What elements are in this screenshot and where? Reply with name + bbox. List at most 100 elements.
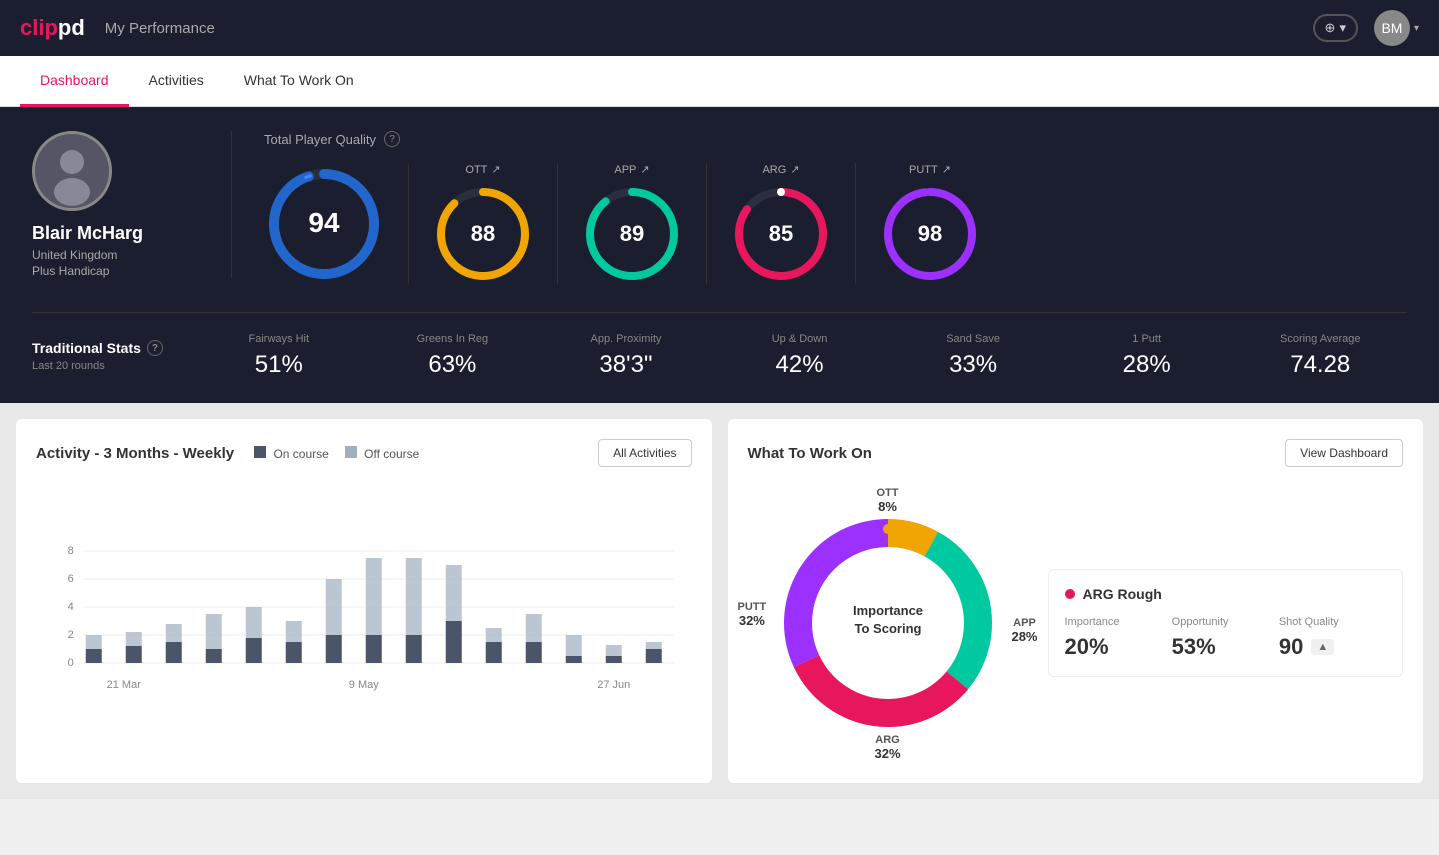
bottom-panels: Activity - 3 Months - Weekly On course O…: [0, 403, 1439, 799]
legend-off-course: Off course: [345, 446, 419, 461]
gauge-ott: OTT ↗ 88: [409, 163, 558, 284]
player-name: Blair McHarg: [32, 223, 143, 244]
opportunity-value: 53%: [1172, 634, 1279, 660]
user-avatar-button[interactable]: BM ▾: [1374, 10, 1419, 46]
tab-what-to-work-on[interactable]: What To Work On: [224, 56, 374, 107]
plus-icon: ⊕: [1325, 20, 1336, 36]
logo-pd: pd: [58, 15, 85, 40]
stat-fairways-hit-label: Fairways Hit: [249, 333, 310, 345]
importance-metric: Importance 20%: [1065, 616, 1172, 660]
stat-app-prox-label: App. Proximity: [590, 333, 661, 345]
trad-stats-info-icon[interactable]: ?: [147, 340, 163, 356]
stat-1-putt-value: 28%: [1123, 351, 1171, 379]
shot-quality-value: 90: [1279, 634, 1303, 660]
work-on-content: Importance To Scoring OTT 8%: [748, 483, 1404, 763]
tab-dashboard[interactable]: Dashboard: [20, 56, 129, 107]
svg-text:98: 98: [918, 221, 942, 246]
stat-1-putt-label: 1 Putt: [1132, 333, 1161, 345]
header-left: clippd My Performance: [20, 15, 215, 41]
app-label: APP 28%: [1011, 617, 1037, 644]
arg-trend: ↗: [790, 163, 799, 176]
player-country: United Kingdom: [32, 248, 117, 262]
chart-legend: On course Off course: [254, 446, 419, 461]
stats-banner: Blair McHarg United Kingdom Plus Handica…: [0, 107, 1439, 403]
arg-label: ARG 32%: [874, 734, 900, 761]
importance-value: 20%: [1065, 634, 1172, 660]
shot-quality-metric: Shot Quality 90 ▲: [1279, 616, 1386, 660]
off-course-dot: [345, 446, 357, 458]
svg-text:89: 89: [620, 221, 644, 246]
gauge-app-label: APP ↗: [614, 163, 649, 176]
quality-label: Total Player Quality: [264, 132, 376, 147]
avatar-initials: BM: [1381, 20, 1402, 36]
stat-sand-save-label: Sand Save: [946, 333, 1000, 345]
tabs-nav: Dashboard Activities What To Work On: [0, 56, 1439, 107]
quality-header: Total Player Quality ?: [264, 131, 1407, 147]
gauge-putt-label: PUTT ↗: [909, 163, 951, 176]
total-gauge-svg: 94: [264, 164, 384, 284]
view-dashboard-button[interactable]: View Dashboard: [1285, 439, 1403, 467]
putt-label: PUTT 32%: [738, 601, 767, 628]
stat-greens-label: Greens In Reg: [417, 333, 489, 345]
trad-stats-period: Last 20 rounds: [32, 360, 192, 372]
arg-rough-title: ARG Rough: [1065, 586, 1387, 602]
work-on-panel-title: What To Work On: [748, 445, 872, 462]
gauge-arg-label: ARG ↗: [762, 163, 799, 176]
player-info: Blair McHarg United Kingdom Plus Handica…: [32, 131, 232, 278]
ott-gauge-svg: 88: [433, 184, 533, 284]
stat-app-proximity: App. Proximity 38'3": [539, 333, 713, 379]
traditional-stats: Traditional Stats ? Last 20 rounds Fairw…: [32, 312, 1407, 379]
quality-info-icon[interactable]: ?: [384, 131, 400, 147]
stat-scoring-avg-label: Scoring Average: [1280, 333, 1361, 345]
importance-label: Importance: [1065, 616, 1172, 628]
svg-text:88: 88: [471, 221, 495, 246]
stat-up-down-value: 42%: [776, 351, 824, 379]
logo-clip: clip: [20, 15, 58, 40]
stat-fairways-hit: Fairways Hit 51%: [192, 333, 366, 379]
on-course-dot: [254, 446, 266, 458]
trad-stats-row: Fairways Hit 51% Greens In Reg 63% App. …: [192, 333, 1407, 379]
avatar: BM: [1374, 10, 1410, 46]
arg-rough-dot: [1065, 589, 1075, 599]
quality-section: Total Player Quality ? 94 OTT: [232, 131, 1407, 284]
stat-1-putt: 1 Putt 28%: [1060, 333, 1234, 379]
putt-trend: ↗: [942, 163, 951, 176]
ott-label: OTT 8%: [877, 487, 899, 514]
svg-text:To Scoring: To Scoring: [854, 621, 921, 636]
player-handicap: Plus Handicap: [32, 264, 109, 278]
stat-sand-save-value: 33%: [949, 351, 997, 379]
gauge-ott-label: OTT ↗: [465, 163, 500, 176]
svg-text:21 Mar: 21 Mar: [107, 679, 142, 691]
gauge-total: 94: [264, 164, 409, 284]
svg-text:6: 6: [68, 573, 74, 585]
header-right: ⊕ ▾ BM ▾: [1313, 10, 1419, 46]
activity-panel-header: Activity - 3 Months - Weekly On course O…: [36, 439, 692, 467]
gauge-putt: PUTT ↗ 98: [856, 163, 1004, 284]
app-trend: ↗: [640, 163, 649, 176]
stat-greens-value: 63%: [428, 351, 476, 379]
avatar-image: [35, 134, 109, 208]
app-header: clippd My Performance ⊕ ▾ BM ▾: [0, 0, 1439, 56]
gauge-arg: ARG ↗ 85: [707, 163, 856, 284]
putt-gauge-svg: 98: [880, 184, 980, 284]
all-activities-button[interactable]: All Activities: [598, 439, 691, 467]
tab-activities[interactable]: Activities: [129, 56, 224, 107]
svg-text:4: 4: [68, 601, 74, 613]
player-avatar: [32, 131, 112, 211]
logo[interactable]: clippd: [20, 15, 85, 41]
stat-greens-in-reg: Greens In Reg 63%: [366, 333, 540, 379]
card-metrics: Importance 20% Opportunity 53% Shot Qual…: [1065, 616, 1387, 660]
trad-stats-title: Traditional Stats ?: [32, 340, 192, 356]
add-caret: ▾: [1339, 20, 1346, 36]
ott-trend: ↗: [491, 163, 500, 176]
activity-panel-title: Activity - 3 Months - Weekly: [36, 445, 234, 462]
shot-quality-label: Shot Quality: [1279, 616, 1386, 628]
add-button[interactable]: ⊕ ▾: [1313, 14, 1358, 42]
arg-gauge-svg: 85: [731, 184, 831, 284]
arg-rough-card: ARG Rough Importance 20% Opportunity 53%…: [1048, 569, 1404, 677]
svg-text:27 Jun: 27 Jun: [597, 679, 630, 691]
stat-up-down: Up & Down 42%: [713, 333, 887, 379]
svg-text:94: 94: [308, 207, 340, 238]
activity-chart-svg: 0 2 4 6 8: [36, 483, 692, 703]
trad-stats-label: Traditional Stats ? Last 20 rounds: [32, 340, 192, 372]
